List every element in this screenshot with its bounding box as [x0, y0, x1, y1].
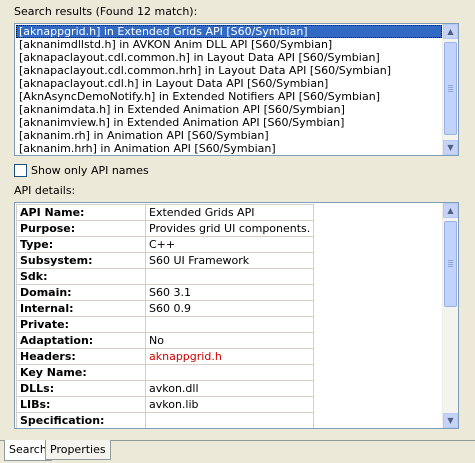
detail-key: Private: [16, 316, 146, 333]
table-row: API Name: Extended Grids API [16, 204, 315, 221]
search-results-list[interactable]: [aknappgrid.h] in Extended Grids API [S6… [14, 23, 459, 156]
table-row: Specification: [16, 412, 315, 428]
table-row: Private: [16, 316, 315, 333]
table-row: Headers: aknappgrid.h [16, 348, 315, 365]
detail-value: No [144, 332, 315, 349]
show-only-api-names-checkbox[interactable] [14, 163, 27, 177]
details-scrollbar[interactable]: ▲ ▼ [442, 203, 458, 428]
detail-key: Type: [16, 236, 146, 253]
table-row: Sdk: [16, 268, 315, 285]
detail-value [144, 412, 315, 428]
search-results-label: Search results (Found 12 match): [14, 5, 198, 18]
detail-key: Specification: [16, 412, 146, 428]
detail-value [144, 316, 315, 333]
show-only-api-names-label: Show only API names [31, 163, 149, 177]
table-row: Subsystem: S60 UI Framework [16, 252, 315, 269]
detail-key: Internal: [16, 300, 146, 317]
show-only-api-names-option[interactable]: Show only API names [14, 163, 149, 177]
scroll-down-icon[interactable]: ▼ [443, 140, 458, 155]
list-item[interactable]: [aknapaclayout.cdl.common.h] in Layout D… [16, 51, 442, 64]
table-row: LIBs: avkon.lib [16, 396, 315, 413]
list-item[interactable]: [aknanim.rh] in Animation API [S60/Symbi… [16, 129, 442, 142]
detail-value [144, 268, 315, 285]
list-item[interactable]: [aknapaclayout.cdl.h] in Layout Data API… [16, 77, 442, 90]
list-item[interactable]: [aknanim.hrh] in Animation API [S60/Symb… [16, 142, 442, 155]
scroll-up-icon[interactable]: ▲ [443, 203, 458, 218]
detail-link[interactable]: aknappgrid.h [144, 348, 315, 365]
list-item[interactable]: [aknappgrid.h] in Extended Grids API [S6… [16, 25, 442, 38]
table-row: Purpose: Provides grid UI components. [16, 220, 315, 237]
detail-key: LIBs: [16, 396, 146, 413]
detail-key: Purpose: [16, 220, 146, 237]
api-details-label: API details: [14, 184, 76, 197]
detail-value: C++ [144, 236, 315, 253]
table-row: Domain: S60 3.1 [16, 284, 315, 301]
table-row: Internal: S60 0.9 [16, 300, 315, 317]
detail-value: S60 3.1 [144, 284, 315, 301]
results-scrollbar[interactable]: ▲ ▼ [442, 24, 458, 155]
detail-key: Subsystem: [16, 252, 146, 269]
detail-key: Sdk: [16, 268, 146, 285]
table-row: Type: C++ [16, 236, 315, 253]
details-scroll-thumb[interactable] [444, 221, 457, 307]
list-item[interactable]: [aknanimview.h] in Extended Animation AP… [16, 116, 442, 129]
table-row: Key Name: [16, 364, 315, 381]
list-item[interactable]: [AknAsyncDemoNotify.h] in Extended Notif… [16, 90, 442, 103]
detail-value: avkon.dll [144, 380, 315, 397]
detail-value: Provides grid UI components. [144, 220, 315, 237]
bottom-tab-bar: Search Properties [0, 440, 475, 463]
detail-value [144, 364, 315, 381]
api-details-panel[interactable]: API Name: Extended Grids API Purpose: Provi… [14, 202, 459, 429]
detail-key: Key Name: [16, 364, 146, 381]
results-scroll-thumb[interactable] [444, 42, 457, 135]
detail-key: Adaptation: [16, 332, 146, 349]
tab-properties[interactable]: Properties [45, 440, 111, 460]
results-items: [aknappgrid.h] in Extended Grids API [S6… [16, 25, 442, 155]
table-row: Adaptation: No [16, 332, 315, 349]
detail-key: Headers: [16, 348, 146, 365]
api-details-table: API Name: Extended Grids API Purpose: Provi… [16, 204, 315, 428]
detail-key: Domain: [16, 284, 146, 301]
list-item[interactable]: [aknanimdata.h] in Extended Animation AP… [16, 103, 442, 116]
scroll-up-icon[interactable]: ▲ [443, 24, 458, 39]
detail-key: API Name: [16, 204, 146, 221]
list-item[interactable]: [aknanimdllstd.h] in AVKON Anim DLL API … [16, 38, 442, 51]
list-item[interactable]: [aknapaclayout.cdl.common.hrh] in Layout… [16, 64, 442, 77]
detail-value: Extended Grids API [144, 204, 315, 221]
detail-value: avkon.lib [144, 396, 315, 413]
scroll-down-icon[interactable]: ▼ [443, 413, 458, 428]
detail-value: S60 0.9 [144, 300, 315, 317]
detail-key: DLLs: [16, 380, 146, 397]
detail-value: S60 UI Framework [144, 252, 315, 269]
table-row: DLLs: avkon.dll [16, 380, 315, 397]
